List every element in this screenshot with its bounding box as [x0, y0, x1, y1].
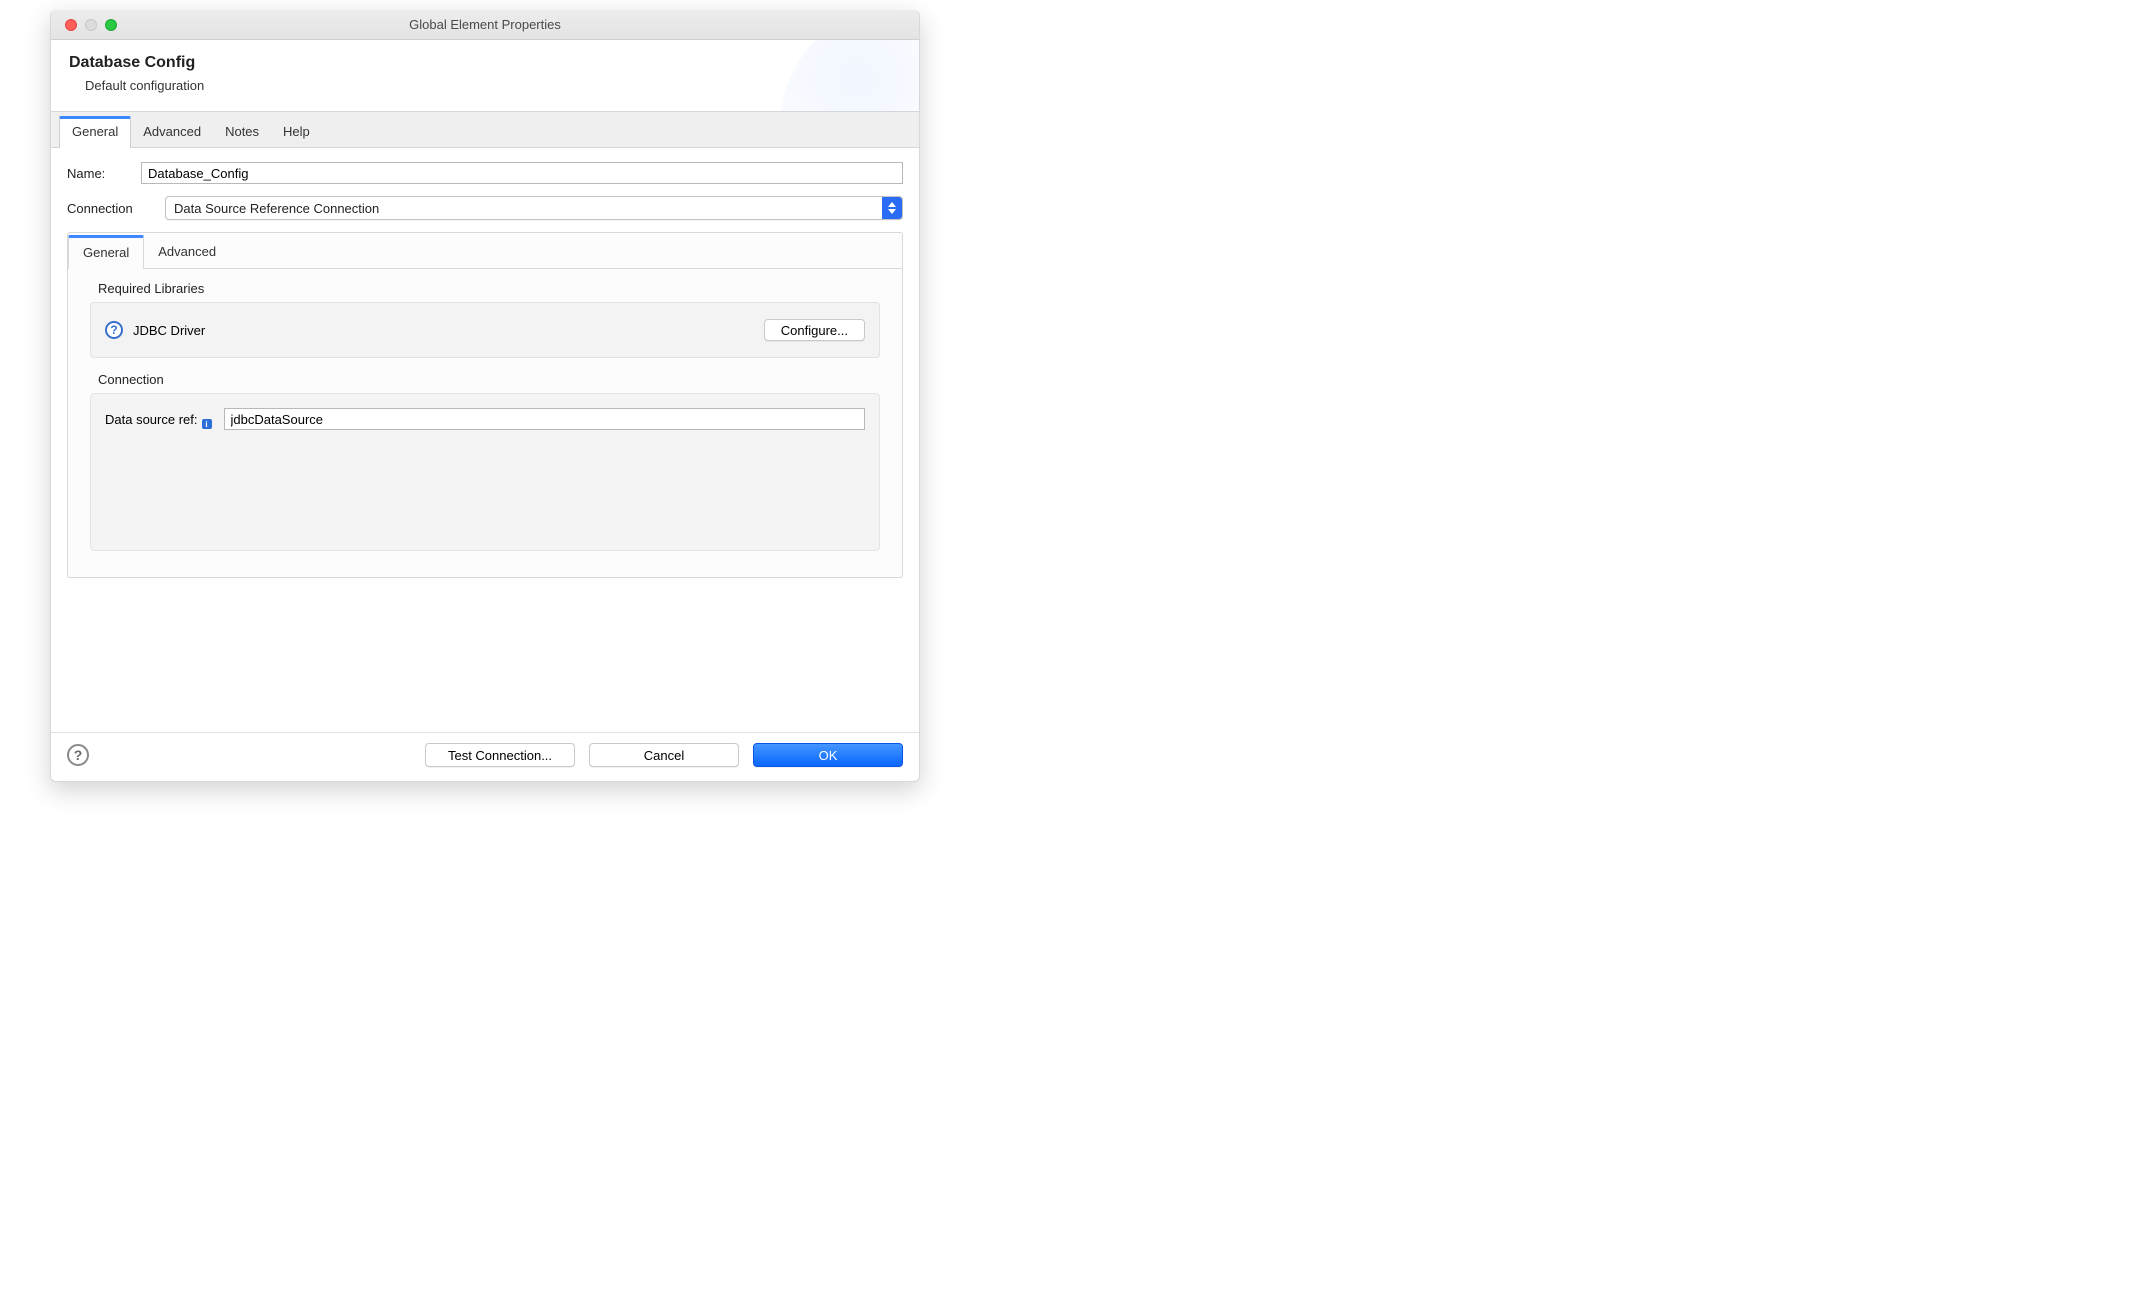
tab-general[interactable]: General: [59, 116, 131, 148]
page-title: Database Config: [69, 54, 901, 72]
configure-button[interactable]: Configure...: [764, 319, 865, 341]
main-area: General Advanced Notes Help Name: Connec…: [51, 111, 919, 732]
name-row: Name:: [67, 162, 903, 184]
header: Database Config Default configuration: [51, 40, 919, 111]
data-source-row: Data source ref: i: [105, 408, 865, 430]
footer: ? Test Connection... Cancel OK: [51, 732, 919, 781]
page-subtitle: Default configuration: [85, 78, 901, 93]
inner-tabs: General Advanced: [68, 235, 902, 269]
data-source-input[interactable]: [224, 408, 866, 430]
connection-label: Connection: [67, 201, 153, 216]
connection-select[interactable]: Data Source Reference Connection: [165, 196, 903, 220]
chevron-updown-icon: [882, 197, 902, 219]
tab-help[interactable]: Help: [271, 116, 322, 148]
ok-button[interactable]: OK: [753, 743, 903, 767]
inner-tab-general[interactable]: General: [68, 235, 144, 269]
blank-area: [51, 592, 919, 732]
tab-body: Name: Connection Data Source Reference C…: [51, 147, 919, 592]
connection-panel: General Advanced Required Libraries ? JD…: [67, 232, 903, 578]
window-title: Global Element Properties: [51, 17, 919, 32]
tab-notes[interactable]: Notes: [213, 116, 271, 148]
connection-row: Connection Data Source Reference Connect…: [67, 196, 903, 220]
driver-row: ? JDBC Driver Configure...: [105, 315, 865, 345]
connection-section: Connection Data source ref: i: [90, 372, 880, 551]
cancel-button[interactable]: Cancel: [589, 743, 739, 767]
question-icon: ?: [105, 321, 123, 339]
name-input[interactable]: [141, 162, 903, 184]
inner-tab-advanced[interactable]: Advanced: [144, 235, 230, 269]
name-label: Name:: [67, 166, 129, 181]
tab-advanced[interactable]: Advanced: [131, 116, 213, 148]
top-tabs: General Advanced Notes Help: [51, 116, 919, 148]
info-icon: i: [202, 419, 212, 429]
help-icon[interactable]: ?: [67, 744, 89, 766]
connection-section-label: Connection: [98, 372, 880, 387]
required-libraries-label: Required Libraries: [98, 281, 880, 296]
dialog-window: Global Element Properties Database Confi…: [50, 10, 920, 782]
test-connection-button[interactable]: Test Connection...: [425, 743, 575, 767]
required-libraries-box: ? JDBC Driver Configure...: [90, 302, 880, 358]
connection-value: Data Source Reference Connection: [166, 201, 379, 216]
data-source-label: Data source ref:: [105, 412, 198, 427]
titlebar: Global Element Properties: [51, 10, 919, 40]
connection-box: Data source ref: i: [90, 393, 880, 551]
driver-label: JDBC Driver: [133, 323, 205, 338]
inner-body: Required Libraries ? JDBC Driver Configu…: [68, 268, 902, 563]
